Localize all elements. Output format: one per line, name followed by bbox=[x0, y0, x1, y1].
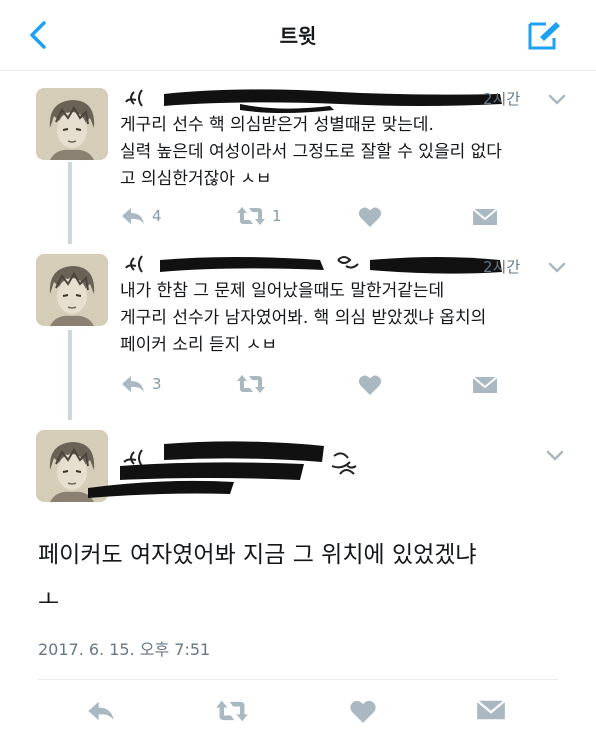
thread-line bbox=[68, 330, 72, 420]
divider bbox=[38, 679, 558, 680]
top-bar: 트윗 bbox=[0, 0, 596, 71]
avatar-sketch bbox=[36, 254, 108, 326]
envelope-icon[interactable] bbox=[472, 208, 498, 226]
retweet-count: 1 bbox=[272, 207, 282, 225]
heart-icon[interactable] bbox=[358, 206, 382, 228]
envelope-icon[interactable] bbox=[476, 699, 506, 721]
page-title: 트윗 bbox=[279, 24, 317, 48]
envelope-icon[interactable] bbox=[472, 376, 498, 394]
main-tweet-text: 페이커도 여자였어봐 지금 그 위치에 있었겠냐 ㅗ bbox=[38, 533, 477, 623]
chevron-down-icon[interactable] bbox=[548, 94, 566, 106]
tweet-time: 2시간 bbox=[483, 90, 521, 108]
reply-icon bbox=[122, 208, 144, 224]
tweet-text: 게구리 선수 핵 의심받은거 성별때문 맞는데. 실력 높은데 여성이라서 그정도… bbox=[120, 112, 502, 193]
tweet-timestamp: 2017. 6. 15. 오후 7:51 bbox=[38, 640, 211, 659]
tweet-text: 내가 한참 그 문제 일어났을때도 말한거같는데게구리 선수가 남자였어봐. 핵… bbox=[120, 278, 486, 359]
tweet-line: 고 의심한거잖아 ㅅㅂ bbox=[120, 169, 272, 189]
tweet-time: 2시간 bbox=[483, 258, 521, 276]
heart-icon[interactable] bbox=[358, 374, 382, 396]
compose-tweet-icon[interactable] bbox=[526, 20, 562, 52]
chevron-down-icon[interactable] bbox=[546, 450, 564, 462]
avatar[interactable] bbox=[36, 88, 108, 160]
avatar[interactable] bbox=[36, 254, 108, 326]
retweet-button[interactable] bbox=[236, 374, 266, 394]
tweet-line: 실력 높은데 여성이라서 그정도로 잘할 수 있을리 없다 bbox=[120, 142, 502, 162]
tweet-line: 내가 한참 그 문제 일어났을때도 말한거같는데 bbox=[120, 281, 445, 301]
avatar-sketch bbox=[36, 88, 108, 160]
reply-icon[interactable] bbox=[86, 699, 116, 723]
redacted-username bbox=[125, 255, 502, 274]
retweet-icon bbox=[237, 207, 265, 225]
retweet-icon[interactable] bbox=[215, 699, 249, 723]
chevron-down-icon[interactable] bbox=[548, 262, 566, 274]
reply-count: 3 bbox=[152, 375, 162, 393]
reply-icon bbox=[122, 376, 144, 392]
tweet-line: 페이커 소리 듣지 ㅅㅂ bbox=[120, 335, 277, 355]
reply-count: 4 bbox=[152, 207, 162, 225]
tweet-line: ㅗ bbox=[38, 587, 60, 613]
heart-icon[interactable] bbox=[349, 699, 377, 724]
reply-button[interactable]: 4 bbox=[120, 206, 162, 226]
tweet-line: 게구리 선수 핵 의심받은거 성별때문 맞는데. bbox=[120, 115, 434, 135]
redacted-username bbox=[125, 89, 502, 113]
tweet-line: 페이커도 여자였어봐 지금 그 위치에 있었겠냐 bbox=[38, 542, 477, 568]
retweet-icon bbox=[237, 375, 265, 393]
retweet-button[interactable]: 1 bbox=[236, 206, 282, 226]
redacted-username bbox=[88, 441, 357, 498]
tweet-line: 게구리 선수가 남자였어봐. 핵 의심 받았겠냐 옵치의 bbox=[120, 308, 487, 328]
thread-line bbox=[68, 162, 72, 244]
reply-button[interactable]: 3 bbox=[120, 374, 162, 394]
